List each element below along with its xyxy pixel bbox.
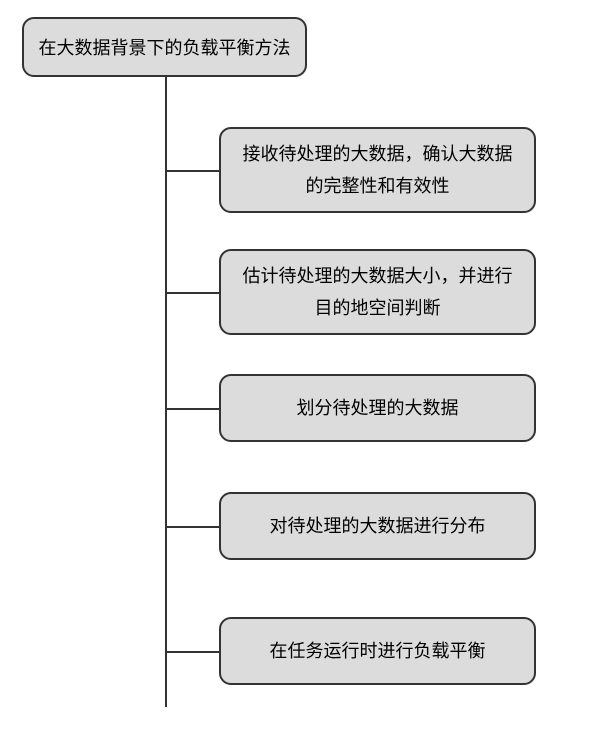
- branch-line: [165, 526, 219, 528]
- root-node: 在大数据背景下的负载平衡方法: [22, 17, 307, 77]
- branch-line: [165, 651, 219, 653]
- child-label: 接收待处理的大数据，确认大数据的完整性和有效性: [235, 138, 520, 203]
- child-node: 估计待处理的大数据大小，并进行目的地空间判断: [219, 249, 536, 335]
- child-node: 在任务运行时进行负载平衡: [219, 617, 536, 685]
- child-node: 对待处理的大数据进行分布: [219, 492, 536, 560]
- child-label: 划分待处理的大数据: [297, 392, 459, 424]
- root-label: 在大数据背景下的负载平衡方法: [39, 34, 291, 60]
- child-label: 在任务运行时进行负载平衡: [270, 635, 486, 667]
- child-node: 划分待处理的大数据: [219, 374, 536, 442]
- branch-line: [165, 408, 219, 410]
- child-label: 估计待处理的大数据大小，并进行目的地空间判断: [235, 260, 520, 325]
- child-label: 对待处理的大数据进行分布: [270, 510, 486, 542]
- branch-line: [165, 170, 219, 172]
- child-node: 接收待处理的大数据，确认大数据的完整性和有效性: [219, 127, 536, 213]
- branch-line: [165, 292, 219, 294]
